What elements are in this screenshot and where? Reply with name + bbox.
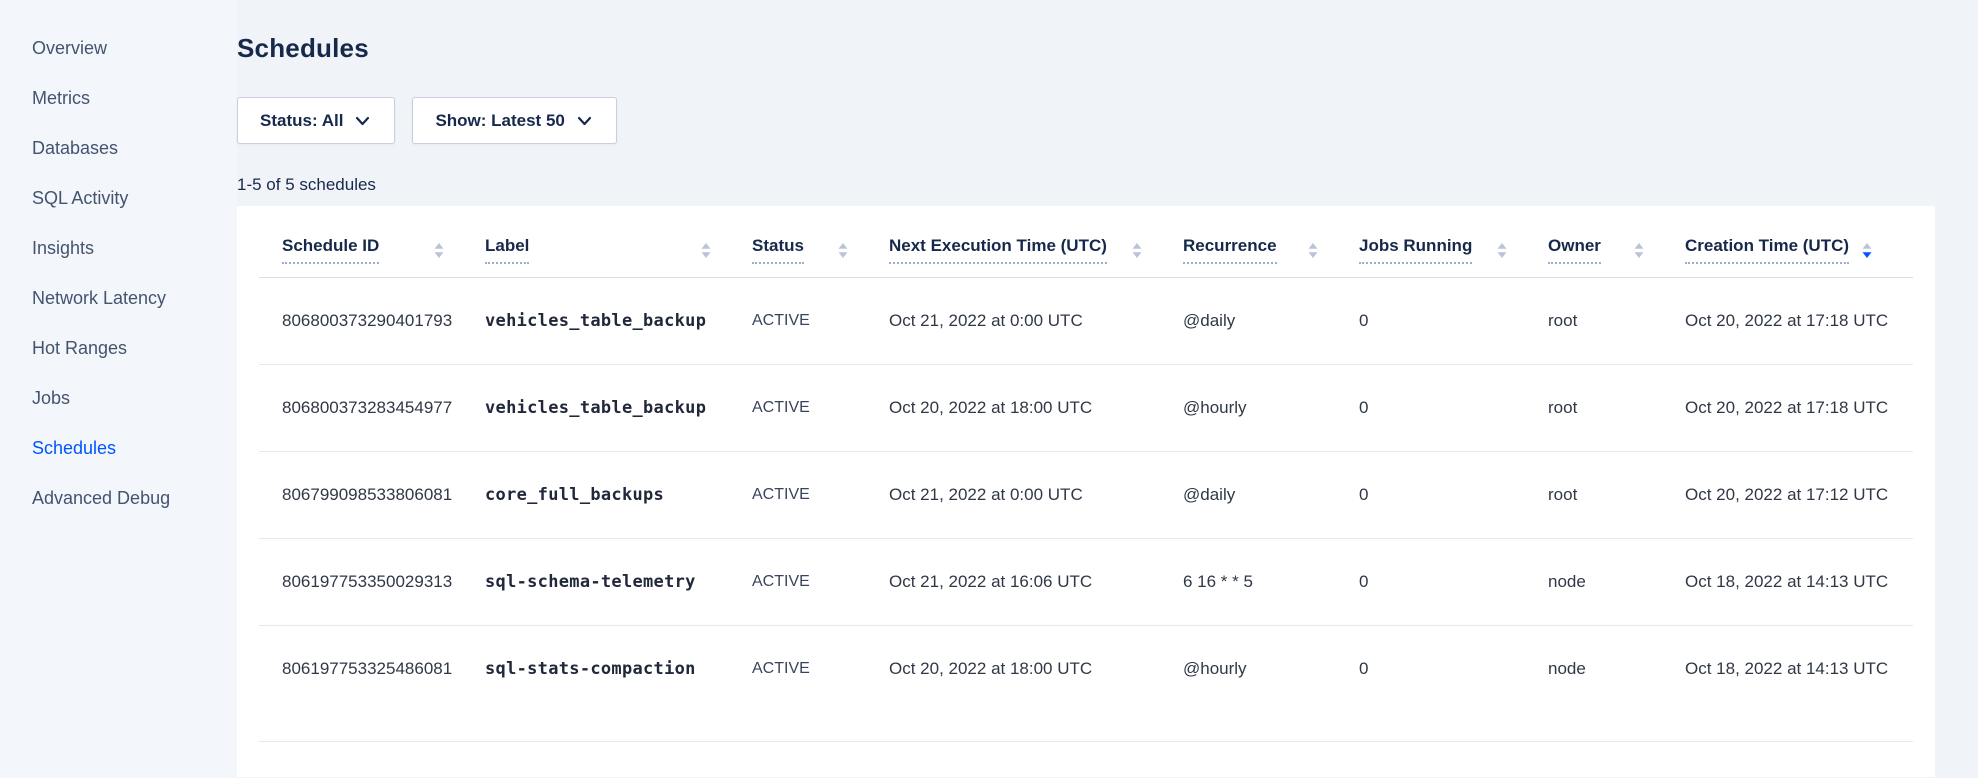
column-header-owner[interactable]: Owner xyxy=(1548,206,1685,278)
cell-label: sql-stats-compaction xyxy=(485,626,752,742)
cell-creation-time: Oct 20, 2022 at 17:12 UTC xyxy=(1685,452,1913,539)
cell-owner: root xyxy=(1548,278,1685,365)
cell-label: vehicles_table_backup xyxy=(485,365,752,452)
sidebar-item-insights[interactable]: Insights xyxy=(0,223,237,273)
sort-icon xyxy=(1123,242,1143,259)
dropdown-label: Status: All xyxy=(260,111,343,131)
column-title: Next Execution Time (UTC) xyxy=(889,236,1107,264)
cell-label: core_full_backups xyxy=(485,452,752,539)
schedules-table-card: Schedule ID Label Status Next Execution Tim… xyxy=(237,206,1935,777)
sort-icon xyxy=(1299,242,1319,259)
cell-schedule-id: 806197753350029313 xyxy=(259,539,485,626)
cell-jobs-running: 0 xyxy=(1359,365,1548,452)
column-header-schedule-id[interactable]: Schedule ID xyxy=(259,206,485,278)
table-row: 806197753325486081sql-stats-compactionAC… xyxy=(259,626,1913,742)
sidebar-item-hot-ranges[interactable]: Hot Ranges xyxy=(0,323,237,373)
cell-owner: node xyxy=(1548,539,1685,626)
column-header-next-execution-time-utc[interactable]: Next Execution Time (UTC) xyxy=(889,206,1183,278)
app-window: OverviewMetricsDatabasesSQL ActivityInsi… xyxy=(0,0,1978,778)
cell-status: ACTIVE xyxy=(752,278,889,365)
column-title: Jobs Running xyxy=(1359,236,1472,264)
table-row: 806800373283454977vehicles_table_backupA… xyxy=(259,365,1913,452)
cell-next-execution: Oct 21, 2022 at 0:00 UTC xyxy=(889,452,1183,539)
column-title: Owner xyxy=(1548,236,1601,264)
sidebar-item-databases[interactable]: Databases xyxy=(0,123,237,173)
cell-recurrence: @daily xyxy=(1183,452,1359,539)
table-row: 806197753350029313sql-schema-telemetryAC… xyxy=(259,539,1913,626)
sidebar-nav: OverviewMetricsDatabasesSQL ActivityInsi… xyxy=(0,23,237,523)
cell-label: sql-schema-telemetry xyxy=(485,539,752,626)
column-header-jobs-running[interactable]: Jobs Running xyxy=(1359,206,1548,278)
cell-jobs-running: 0 xyxy=(1359,278,1548,365)
cell-recurrence: @hourly xyxy=(1183,365,1359,452)
cell-jobs-running: 0 xyxy=(1359,539,1548,626)
chevron-down-icon xyxy=(355,116,370,126)
cell-creation-time: Oct 20, 2022 at 17:18 UTC xyxy=(1685,278,1913,365)
cell-schedule-id: 806799098533806081 xyxy=(259,452,485,539)
cell-next-execution: Oct 21, 2022 at 16:06 UTC xyxy=(889,539,1183,626)
cell-recurrence: @daily xyxy=(1183,278,1359,365)
cell-schedule-id: 806800373290401793 xyxy=(259,278,485,365)
cell-next-execution: Oct 20, 2022 at 18:00 UTC xyxy=(889,626,1183,742)
sort-icon xyxy=(829,242,849,259)
sort-icon xyxy=(425,242,445,259)
results-count: 1-5 of 5 schedules xyxy=(237,175,1935,195)
column-title: Creation Time (UTC) xyxy=(1685,236,1849,264)
cell-owner: node xyxy=(1548,626,1685,742)
cell-creation-time: Oct 18, 2022 at 14:13 UTC xyxy=(1685,626,1913,742)
cell-recurrence: 6 16 * * 5 xyxy=(1183,539,1359,626)
sidebar-item-jobs[interactable]: Jobs xyxy=(0,373,237,423)
column-header-status[interactable]: Status xyxy=(752,206,889,278)
cell-schedule-id: 806197753325486081 xyxy=(259,626,485,742)
sidebar-item-advanced-debug[interactable]: Advanced Debug xyxy=(0,473,237,523)
cell-status: ACTIVE xyxy=(752,365,889,452)
cell-owner: root xyxy=(1548,452,1685,539)
sidebar-item-metrics[interactable]: Metrics xyxy=(0,73,237,123)
column-title: Status xyxy=(752,236,804,264)
status-filter-dropdown[interactable]: Status: All xyxy=(237,97,395,144)
dropdown-label: Show: Latest 50 xyxy=(435,111,564,131)
sort-icon-desc-active xyxy=(1853,242,1873,259)
filter-bar: Status: All Show: Latest 50 xyxy=(237,97,1935,144)
sort-icon xyxy=(1625,242,1645,259)
column-header-creation-time-utc[interactable]: Creation Time (UTC) xyxy=(1685,206,1913,278)
cell-creation-time: Oct 18, 2022 at 14:13 UTC xyxy=(1685,539,1913,626)
cell-status: ACTIVE xyxy=(752,452,889,539)
sort-icon xyxy=(1488,242,1508,259)
cell-owner: root xyxy=(1548,365,1685,452)
show-filter-dropdown[interactable]: Show: Latest 50 xyxy=(412,97,616,144)
column-title: Label xyxy=(485,236,529,264)
sidebar-item-schedules[interactable]: Schedules xyxy=(0,423,237,473)
cell-next-execution: Oct 21, 2022 at 0:00 UTC xyxy=(889,278,1183,365)
main-content: Schedules Status: All Show: Latest 50 1-5… xyxy=(237,0,1978,778)
column-header-recurrence[interactable]: Recurrence xyxy=(1183,206,1359,278)
table-header-row: Schedule ID Label Status Next Execution Tim… xyxy=(259,206,1913,278)
table-row: 806800373290401793vehicles_table_backupA… xyxy=(259,278,1913,365)
sort-icon xyxy=(692,242,712,259)
cell-jobs-running: 0 xyxy=(1359,452,1548,539)
column-title: Recurrence xyxy=(1183,236,1277,264)
sidebar-item-network-latency[interactable]: Network Latency xyxy=(0,273,237,323)
cell-schedule-id: 806800373283454977 xyxy=(259,365,485,452)
chevron-down-icon xyxy=(577,116,592,126)
page-title: Schedules xyxy=(237,33,1935,64)
schedules-table: Schedule ID Label Status Next Execution Tim… xyxy=(259,206,1913,742)
column-header-label[interactable]: Label xyxy=(485,206,752,278)
cell-status: ACTIVE xyxy=(752,539,889,626)
table-row: 806799098533806081core_full_backupsACTIV… xyxy=(259,452,1913,539)
cell-next-execution: Oct 20, 2022 at 18:00 UTC xyxy=(889,365,1183,452)
sidebar-item-overview[interactable]: Overview xyxy=(0,23,237,73)
cell-creation-time: Oct 20, 2022 at 17:18 UTC xyxy=(1685,365,1913,452)
sidebar-item-sql-activity[interactable]: SQL Activity xyxy=(0,173,237,223)
cell-recurrence: @hourly xyxy=(1183,626,1359,742)
column-title: Schedule ID xyxy=(282,236,379,264)
cell-label: vehicles_table_backup xyxy=(485,278,752,365)
sidebar: OverviewMetricsDatabasesSQL ActivityInsi… xyxy=(0,0,237,778)
cell-jobs-running: 0 xyxy=(1359,626,1548,742)
cell-status: ACTIVE xyxy=(752,626,889,742)
